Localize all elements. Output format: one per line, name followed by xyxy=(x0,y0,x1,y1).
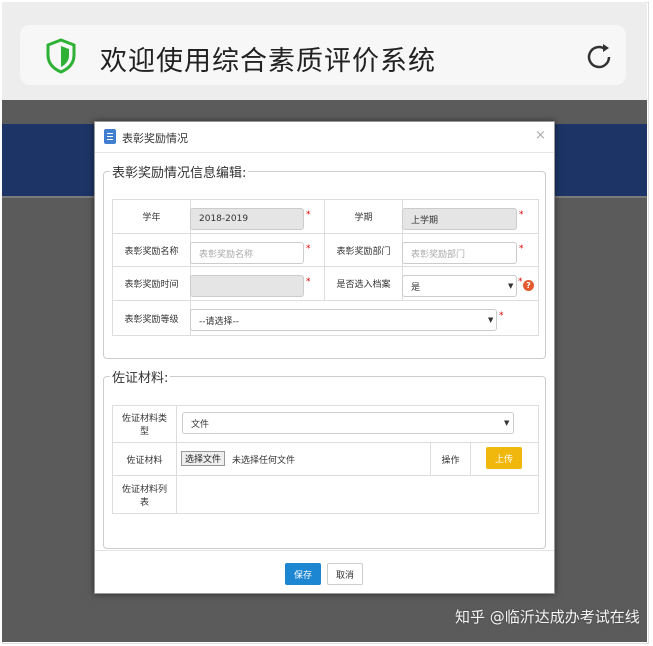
cancel-button[interactable]: 取消 xyxy=(327,563,363,585)
evidence-type-value: 文件 xyxy=(191,419,210,430)
chevron-down-icon: ▼ xyxy=(504,419,510,427)
reload-icon[interactable] xyxy=(582,40,616,74)
operation-label: 操作 xyxy=(431,443,471,476)
shield-icon xyxy=(46,38,76,74)
required-mark: * xyxy=(499,311,504,321)
award-time-field[interactable] xyxy=(190,275,304,297)
award-level-select-value: --请选择-- xyxy=(199,316,239,327)
close-icon[interactable]: × xyxy=(535,128,546,143)
dialog-title: 表彰奖励情况 xyxy=(122,132,188,145)
evidence-type-label: 佐证材料类型 xyxy=(113,406,177,443)
award-dialog: 表彰奖励情况 × 表彰奖励情况信息编辑: 学年 学期 表彰奖励名称 表彰奖励部门… xyxy=(94,121,555,594)
dialog-footer: 保存 取消 xyxy=(95,550,554,594)
evidence-list-label: 佐证材料列表 xyxy=(113,476,177,513)
save-button[interactable]: 保存 xyxy=(285,563,321,585)
evidence-type-select[interactable]: 文件 xyxy=(182,412,514,434)
evidence-legend: 佐证材料: xyxy=(112,371,169,386)
archive-select[interactable]: 是 xyxy=(402,275,517,297)
required-mark: * xyxy=(519,244,524,254)
award-name-input[interactable]: 表彰奖励名称 xyxy=(190,242,304,264)
required-mark: * xyxy=(519,210,524,220)
award-time-label: 表彰奖励时间 xyxy=(113,267,191,301)
award-name-label: 表彰奖励名称 xyxy=(113,234,191,267)
choose-file-button[interactable]: 选择文件 xyxy=(181,451,226,466)
award-dept-label: 表彰奖励部门 xyxy=(325,234,403,267)
evidence-material-label: 佐证材料 xyxy=(113,443,177,476)
watermark-text: 知乎 @临沂达成办考试在线 xyxy=(455,608,640,626)
upload-button[interactable]: 上传 xyxy=(486,447,522,469)
semester-field[interactable]: 上学期 xyxy=(402,208,517,230)
archive-select-value: 是 xyxy=(411,282,421,293)
no-file-text: 未选择任何文件 xyxy=(232,456,296,466)
required-mark: * xyxy=(306,277,311,287)
award-info-legend: 表彰奖励情况信息编辑: xyxy=(112,166,247,181)
school-year-field[interactable]: 2018-2019 xyxy=(190,208,304,230)
evidence-list xyxy=(177,476,538,513)
archive-label: 是否选入档案 xyxy=(325,267,403,301)
chevron-down-icon: ▼ xyxy=(508,282,514,290)
help-icon[interactable]: ? xyxy=(523,280,534,291)
document-icon xyxy=(104,129,116,144)
award-level-select[interactable]: --请选择-- xyxy=(190,309,497,331)
chevron-down-icon: ▼ xyxy=(488,316,494,324)
required-mark: * xyxy=(306,210,311,220)
semester-label: 学期 xyxy=(325,200,403,234)
required-mark: * xyxy=(518,277,523,287)
award-dept-input[interactable]: 表彰奖励部门 xyxy=(402,242,517,264)
required-mark: * xyxy=(306,244,311,254)
page-title: 欢迎使用综合素质评价系统 xyxy=(100,46,436,77)
award-level-label: 表彰奖励等级 xyxy=(113,301,191,335)
school-year-label: 学年 xyxy=(113,200,191,234)
dialog-header: 表彰奖励情况 × xyxy=(95,122,554,153)
